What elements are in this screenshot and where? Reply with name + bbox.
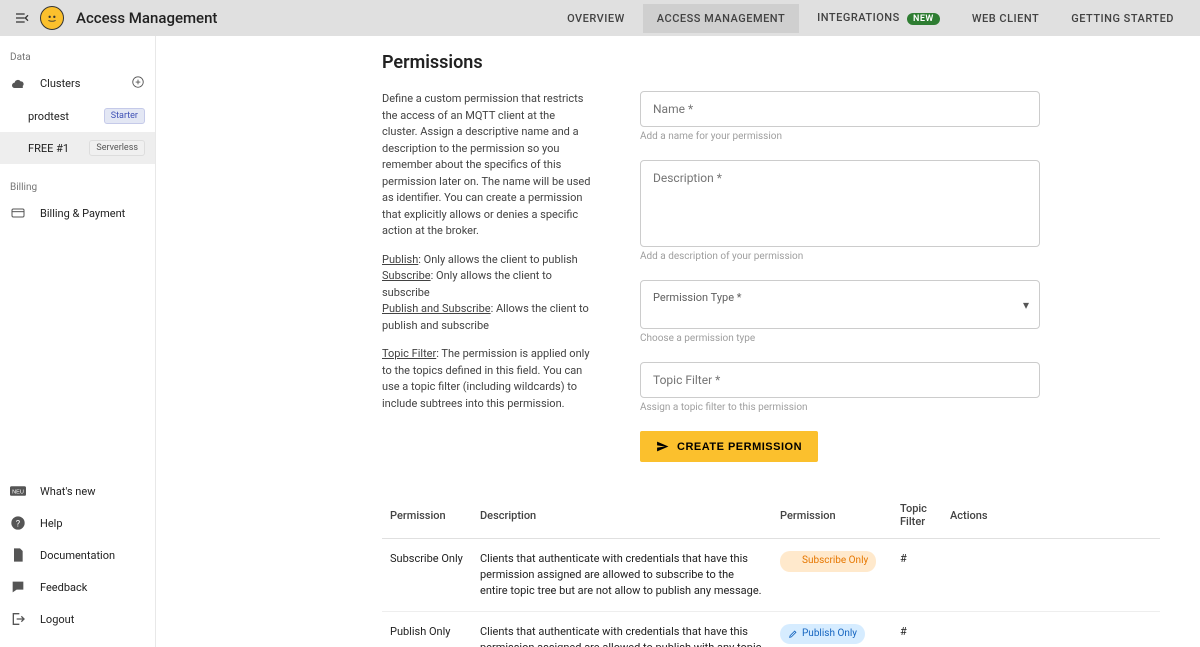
type-hint: Choose a permission type [640, 333, 1040, 344]
serverless-pill: Serverless [89, 140, 145, 156]
name-input[interactable] [653, 102, 1027, 116]
tag-subscribe: Subscribe Only [780, 551, 876, 572]
sidebar-item-whats-new[interactable]: NEU What's new [0, 475, 155, 507]
document-icon [10, 547, 26, 563]
nav-getting-started[interactable]: GETTING STARTED [1057, 4, 1188, 33]
topic-filter-field[interactable] [640, 362, 1040, 398]
top-nav: OVERVIEW ACCESS MANAGEMENT INTEGRATIONS … [553, 3, 1188, 33]
topic-filter-input[interactable] [653, 373, 1027, 387]
description-input[interactable] [653, 171, 1027, 233]
permission-form: Add a name for your permission Add a des… [640, 91, 1040, 462]
menu-collapse-icon[interactable] [12, 8, 32, 28]
new-badge: NEW [907, 13, 940, 25]
send-icon [656, 440, 669, 453]
nav-overview[interactable]: OVERVIEW [553, 4, 639, 33]
sidebar-section-data: Data [0, 48, 155, 67]
app-title: Access Management [76, 9, 217, 27]
main-content: Permissions Define a custom permission t… [156, 36, 1200, 647]
table-row: Subscribe Only Clients that authenticate… [382, 539, 1160, 612]
logo-icon [40, 6, 64, 30]
help-icon: ? [10, 515, 26, 531]
starter-pill: Starter [104, 108, 145, 124]
permission-type-field[interactable]: Permission Type * ▾ [640, 280, 1040, 329]
feedback-icon [10, 579, 26, 595]
description-hint: Add a description of your permission [640, 251, 1040, 262]
sidebar-item-docs[interactable]: Documentation [0, 539, 155, 571]
nav-access-management[interactable]: ACCESS MANAGEMENT [643, 4, 799, 33]
sidebar-section-billing: Billing [0, 178, 155, 197]
sidebar: Data Clusters prodtest Starter FREE #1 S… [0, 36, 156, 647]
nav-web-client[interactable]: WEB CLIENT [958, 4, 1053, 33]
sidebar-item-feedback[interactable]: Feedback [0, 571, 155, 603]
name-hint: Add a name for your permission [640, 131, 1040, 142]
nav-integrations[interactable]: INTEGRATIONS NEW [803, 3, 954, 33]
edit-icon [788, 629, 798, 639]
th-actions: Actions [942, 492, 1160, 539]
permissions-table: Permission Description Permission Topic … [382, 492, 1160, 647]
tag-publish: Publish Only [780, 624, 865, 645]
cloud-icon [10, 76, 26, 92]
table-row: Publish Only Clients that authenticate w… [382, 611, 1160, 647]
new-icon: NEU [10, 483, 26, 499]
name-field[interactable] [640, 91, 1040, 127]
sidebar-item-billing[interactable]: Billing & Payment [0, 197, 155, 229]
add-cluster-icon[interactable] [131, 75, 145, 92]
card-icon [10, 205, 26, 221]
sidebar-item-help[interactable]: ? Help [0, 507, 155, 539]
description-field[interactable] [640, 160, 1040, 247]
chevron-down-icon: ▾ [1023, 298, 1029, 312]
svg-text:?: ? [16, 518, 21, 529]
th-permission: Permission [382, 492, 472, 539]
logout-icon [10, 611, 26, 627]
download-icon [788, 556, 798, 566]
sidebar-item-clusters[interactable]: Clusters [0, 67, 155, 100]
sidebar-item-logout[interactable]: Logout [0, 603, 155, 635]
topic-hint: Assign a topic filter to this permission [640, 402, 1040, 413]
page-title: Permissions [382, 52, 1160, 73]
intro-text: Define a custom permission that restrict… [382, 91, 592, 462]
th-permission-type: Permission [772, 492, 892, 539]
svg-text:NEU: NEU [12, 489, 24, 495]
th-description: Description [472, 492, 772, 539]
sidebar-item-prodtest[interactable]: prodtest Starter [0, 100, 155, 132]
sidebar-item-free1[interactable]: FREE #1 Serverless [0, 132, 155, 164]
create-permission-button[interactable]: CREATE PERMISSION [640, 431, 818, 462]
th-topic-filter: Topic Filter [892, 492, 942, 539]
topbar: Access Management OVERVIEW ACCESS MANAGE… [0, 0, 1200, 36]
